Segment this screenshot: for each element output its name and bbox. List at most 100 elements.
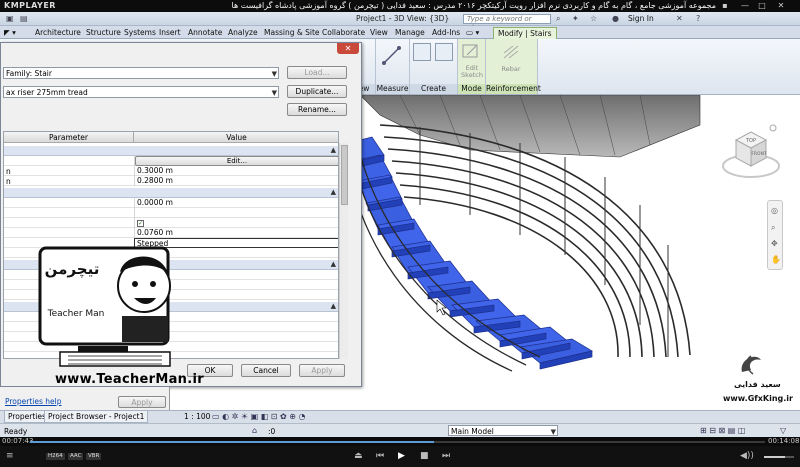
tab-collaborate[interactable]: Collaborate xyxy=(322,28,365,37)
seek-bar[interactable] xyxy=(30,441,765,443)
pin-icon[interactable]: ▪ xyxy=(720,1,730,10)
group-row-construction[interactable]: ▲ xyxy=(4,146,338,156)
sign-in-button[interactable]: Sign In xyxy=(628,14,654,23)
status-bar: Ready ⌂ :0 Main Model ▼ ⊞ ⊟ ⊠ ▤ ◫ ▽ xyxy=(0,423,800,437)
group-row-graphics[interactable]: ▲ xyxy=(4,188,338,198)
communication-icon[interactable]: ☆ xyxy=(590,14,597,23)
chevron-down-icon: ▼ xyxy=(550,428,556,436)
viewcube-front-label[interactable]: FRONT xyxy=(751,151,767,157)
collapse-icon[interactable]: ▲ xyxy=(331,146,336,154)
zoom-icon[interactable]: ⌕ xyxy=(771,223,775,233)
collapse-icon[interactable]: ▲ xyxy=(331,260,336,268)
tab-manage[interactable]: Manage xyxy=(395,28,425,37)
steering-wheel-icon[interactable]: ◎ xyxy=(771,206,778,215)
home-icon[interactable] xyxy=(769,124,777,132)
exchange-icon[interactable]: ✕ xyxy=(676,14,683,23)
worksharing-icon[interactable]: ⌂ xyxy=(252,426,257,435)
help-icon[interactable]: ? xyxy=(696,14,700,23)
previous-icon[interactable]: ⏮ xyxy=(376,451,384,461)
tab-architecture[interactable]: Architecture xyxy=(35,28,81,37)
table-scrollbar[interactable] xyxy=(339,143,348,359)
load-button[interactable]: Load... xyxy=(287,66,347,79)
scrollbar-thumb[interactable] xyxy=(341,145,348,205)
rename-button[interactable]: Rename... xyxy=(287,103,347,116)
tab-view[interactable]: View xyxy=(370,28,388,37)
tab-annotate[interactable]: Annotate xyxy=(188,28,222,37)
measure-icon[interactable] xyxy=(381,45,403,67)
table-row[interactable]: n 0.2800 m xyxy=(4,176,338,186)
viewcube[interactable]: TOP FRONT xyxy=(720,122,782,184)
orbit-icon[interactable]: ✥ xyxy=(771,239,778,248)
volume-icon[interactable]: ◀)) xyxy=(740,451,754,461)
create-group-icon[interactable] xyxy=(435,43,453,61)
duplicate-button[interactable]: Duplicate... xyxy=(287,85,347,98)
apply-button[interactable]: Apply xyxy=(299,364,345,377)
model-combo[interactable]: Main Model ▼ xyxy=(448,425,558,436)
properties-apply-button[interactable]: Apply xyxy=(118,396,166,408)
gfxking-logo-icon xyxy=(741,355,761,375)
open-icon[interactable]: ▤ xyxy=(20,14,28,23)
family-combo[interactable]: Family: Stair ▼ xyxy=(3,67,279,79)
edit-button[interactable]: Edit... xyxy=(135,156,338,166)
rebar-button[interactable]: Rebar xyxy=(496,65,526,73)
tab-insert[interactable]: Insert xyxy=(159,28,181,37)
tab-massing-site[interactable]: Massing & Site xyxy=(264,28,320,37)
collapse-icon[interactable]: ▲ xyxy=(331,188,336,196)
column-header-value[interactable]: Value xyxy=(134,132,338,143)
filter-icon[interactable]: ▽ xyxy=(780,426,786,435)
create-assembly-icon[interactable] xyxy=(413,43,431,61)
panel-mode-label: Mode xyxy=(458,84,485,94)
edit-sketch-button[interactable]: Edit Sketch xyxy=(459,65,485,79)
tab-systems[interactable]: Systems xyxy=(124,28,156,37)
checkbox[interactable]: ✓ xyxy=(137,220,144,227)
minimize-icon[interactable]: — xyxy=(740,1,750,10)
param-value[interactable]: 0.0000 m xyxy=(134,198,338,208)
pan-icon[interactable]: ✋ xyxy=(771,255,781,264)
cancel-button[interactable]: Cancel xyxy=(241,364,291,377)
menu-icon[interactable]: ≡ xyxy=(6,451,14,461)
player-logo: KMPLAYER xyxy=(4,1,56,10)
play-icon[interactable]: ▶ xyxy=(398,451,405,461)
selection-icons[interactable]: ⊞ ⊟ ⊠ ▤ ◫ xyxy=(700,426,745,435)
view-scale[interactable]: 1 : 100 xyxy=(184,412,210,421)
user-icon[interactable]: ● xyxy=(612,14,619,23)
type-combo[interactable]: ax riser 275mm tread ▼ xyxy=(3,86,279,98)
param-value[interactable]: 0.2800 m xyxy=(134,176,338,186)
tab-add-ins[interactable]: Add-Ins xyxy=(432,28,460,37)
tab-structure[interactable]: Structure xyxy=(86,28,121,37)
codec-badge: AAC xyxy=(68,453,84,460)
table-row[interactable]: n 0.3000 m xyxy=(4,166,338,176)
properties-help-link[interactable]: Properties help xyxy=(5,397,62,406)
ribbon-toggle-icon[interactable]: ▭ ▾ xyxy=(466,28,479,37)
next-icon[interactable]: ⏭ xyxy=(442,451,450,461)
viewcube-top-label[interactable]: TOP xyxy=(745,138,756,144)
tab-project-browser[interactable]: Project Browser - Project1 xyxy=(44,411,149,423)
search-icon[interactable]: ⌕ xyxy=(556,14,560,24)
table-row[interactable]: ✓ xyxy=(4,218,338,228)
tab-analyze[interactable]: Analyze xyxy=(228,28,258,37)
close-icon[interactable]: ✕ xyxy=(776,1,786,10)
revit-app-icon[interactable]: ▣ xyxy=(6,14,14,23)
dialog-close-button[interactable]: ✕ xyxy=(337,43,359,54)
view-control-icons[interactable]: ▭ ◐ ✲ ☀ ▣ ◧ ⊡ ✿ ⊕ ◔ xyxy=(212,412,306,421)
collapse-icon[interactable]: ▲ xyxy=(331,302,336,310)
param-value[interactable]: 0.0760 m xyxy=(134,228,338,238)
edit-sketch-icon[interactable] xyxy=(461,43,481,61)
video-title: مجموعه آموزشی جامع ، گام به گام و کاربرد… xyxy=(231,1,716,10)
rebar-icon[interactable] xyxy=(501,43,521,61)
modify-icon[interactable]: ◤ ▾ xyxy=(4,28,16,37)
eject-icon[interactable]: ⏏ xyxy=(354,451,363,461)
tab-modify-stairs[interactable]: Modify | Stairs xyxy=(493,27,557,39)
table-row[interactable]: 0.0000 m xyxy=(4,198,338,208)
param-value[interactable]: 0.3000 m xyxy=(134,166,338,176)
param-value[interactable] xyxy=(134,208,338,218)
maximize-icon[interactable]: □ xyxy=(757,1,767,10)
stop-icon[interactable]: ■ xyxy=(420,451,429,461)
table-row[interactable] xyxy=(4,208,338,218)
search-input[interactable]: Type a keyword or phrase xyxy=(463,14,551,32)
table-row[interactable]: 0.0760 m xyxy=(4,228,338,238)
subscription-icon[interactable]: ✦ xyxy=(572,14,579,23)
volume-slider[interactable] xyxy=(764,456,794,458)
column-header-parameter[interactable]: Parameter xyxy=(4,132,134,143)
panel-reinforcement-label: Reinforcement xyxy=(486,84,541,94)
